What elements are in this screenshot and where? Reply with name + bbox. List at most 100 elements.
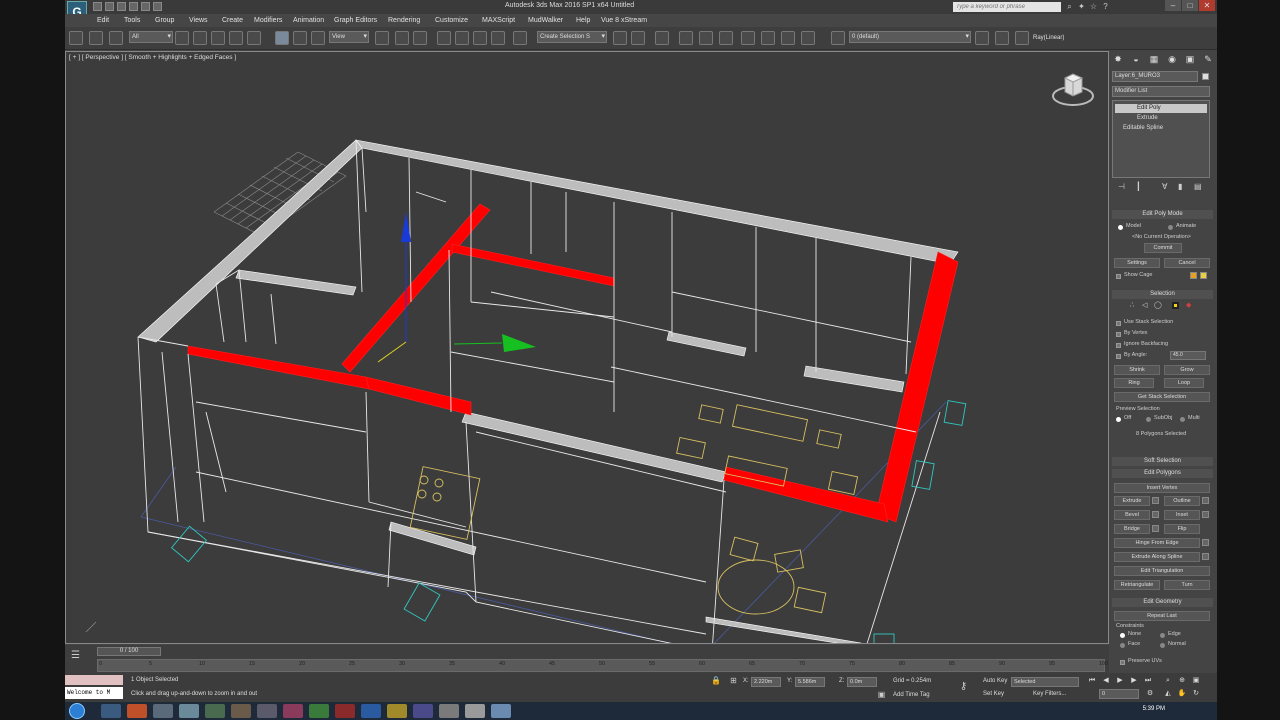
- selection-rollout[interactable]: Selection: [1112, 290, 1213, 299]
- hinge-from-edge-button[interactable]: Hinge From Edge: [1114, 538, 1200, 548]
- menu-vue-xstream[interactable]: Vue 8 xStream: [601, 17, 647, 24]
- stack-item-editable-spline[interactable]: Editable Spline: [1115, 124, 1207, 133]
- workspace-label[interactable]: Ray(Linear): [1033, 35, 1064, 41]
- taskbar-app-3dsmax[interactable]: [179, 704, 199, 718]
- animate-radio[interactable]: [1168, 225, 1173, 230]
- schematic-view-icon[interactable]: [719, 31, 733, 45]
- remove-modifier-icon[interactable]: ▮: [1178, 182, 1182, 191]
- utilities-tab-icon[interactable]: ✎: [1202, 53, 1214, 65]
- add-to-layer-icon[interactable]: [995, 31, 1009, 45]
- rect-selection-icon[interactable]: [211, 31, 225, 45]
- menu-edit[interactable]: Edit: [97, 17, 109, 24]
- show-cage-checkbox[interactable]: [1116, 274, 1121, 279]
- edit-poly-mode-rollout[interactable]: Edit Poly Mode: [1112, 210, 1213, 219]
- model-radio[interactable]: [1118, 225, 1123, 230]
- menu-graph-editors[interactable]: Graph Editors: [334, 17, 377, 24]
- pivot-center-icon[interactable]: [375, 31, 389, 45]
- select-by-name-icon[interactable]: [193, 31, 207, 45]
- play-icon[interactable]: ▶: [1115, 676, 1125, 685]
- taskbar-app-browser[interactable]: [491, 704, 511, 718]
- repeat-last-button[interactable]: Repeat Last: [1114, 611, 1210, 621]
- next-frame-icon[interactable]: ▶: [1129, 676, 1139, 685]
- edge-mode-icon[interactable]: ◁: [1142, 301, 1147, 309]
- insert-vertex-button[interactable]: Insert Vertex: [1114, 483, 1210, 493]
- select-rotate-icon[interactable]: [293, 31, 307, 45]
- layers-icon[interactable]: [831, 31, 845, 45]
- taskbar-app-media[interactable]: [205, 704, 225, 718]
- vertex-mode-icon[interactable]: ∴: [1130, 301, 1134, 309]
- element-mode-icon[interactable]: ◆: [1186, 301, 1191, 309]
- menu-help[interactable]: Help: [576, 17, 590, 24]
- open-file-icon[interactable]: [105, 2, 114, 11]
- menu-mudwalker[interactable]: MudWalker: [528, 17, 563, 24]
- layer-dropdown[interactable]: 0 (default): [849, 31, 971, 43]
- start-button[interactable]: [69, 703, 85, 719]
- unlink-icon[interactable]: [89, 31, 103, 45]
- soft-selection-rollout[interactable]: Soft Selection: [1112, 457, 1213, 466]
- use-stack-selection-checkbox[interactable]: [1116, 321, 1121, 326]
- object-color-swatch[interactable]: [1202, 73, 1209, 80]
- maxscript-listener-mini[interactable]: [65, 675, 123, 685]
- select-move-icon[interactable]: [275, 31, 289, 45]
- cage-color-swatch[interactable]: [1190, 272, 1197, 279]
- rendered-frame-icon[interactable]: [781, 31, 795, 45]
- make-unique-icon[interactable]: ∀: [1162, 182, 1167, 191]
- menu-rendering[interactable]: Rendering: [388, 17, 420, 24]
- y-coordinate-field[interactable]: 5.586m: [795, 677, 825, 687]
- outline-settings-icon[interactable]: [1202, 497, 1209, 504]
- select-object-icon[interactable]: [175, 31, 189, 45]
- border-mode-icon[interactable]: ◯: [1154, 301, 1162, 309]
- taskbar-app-vue[interactable]: [413, 704, 433, 718]
- pan-view-icon[interactable]: ✋: [1177, 689, 1187, 698]
- taskbar-app-settings[interactable]: [257, 704, 277, 718]
- constraint-none-radio[interactable]: [1120, 633, 1125, 638]
- modify-tab-icon[interactable]: ◒: [1130, 53, 1142, 65]
- graphite-toggle-icon[interactable]: [679, 31, 693, 45]
- perspective-viewport[interactable]: [ + ] [ Perspective ] [ Smooth + Highlig…: [65, 51, 1109, 644]
- ring-button[interactable]: Ring: [1114, 378, 1154, 388]
- taskbar-app-word[interactable]: [361, 704, 381, 718]
- outline-button[interactable]: Outline: [1164, 496, 1200, 506]
- by-angle-checkbox[interactable]: [1116, 354, 1121, 359]
- zoom-extents-icon[interactable]: ▣: [1191, 676, 1201, 685]
- new-scene-icon[interactable]: [93, 2, 102, 11]
- taskbar-app-acrobat[interactable]: [335, 704, 355, 718]
- stack-item-extrude[interactable]: Extrude: [1115, 114, 1207, 123]
- keyboard-shortcut-icon[interactable]: [413, 31, 427, 45]
- maxscript-input[interactable]: Welcome to M: [65, 687, 123, 699]
- time-tag-icon[interactable]: ▣: [877, 690, 886, 699]
- minimize-button[interactable]: –: [1165, 0, 1181, 11]
- hierarchy-tab-icon[interactable]: ▦: [1148, 53, 1160, 65]
- stack-item-edit-poly[interactable]: Edit Poly: [1115, 104, 1207, 113]
- new-layer-icon[interactable]: [975, 31, 989, 45]
- taskbar-app-recorder[interactable]: [439, 704, 459, 718]
- extrude-along-spline-button[interactable]: Extrude Along Spline: [1114, 552, 1200, 562]
- taskbar-app-folder[interactable]: [153, 704, 173, 718]
- orbit-icon[interactable]: ↻: [1191, 689, 1201, 698]
- motion-tab-icon[interactable]: ◉: [1166, 53, 1178, 65]
- layer-explorer-icon[interactable]: [655, 31, 669, 45]
- display-tab-icon[interactable]: ▣: [1184, 53, 1196, 65]
- search-input[interactable]: [953, 2, 1061, 12]
- constraint-normal-radio[interactable]: [1160, 643, 1165, 648]
- maximize-button[interactable]: □: [1182, 0, 1198, 11]
- menu-customize[interactable]: Customize: [435, 17, 468, 24]
- undo-icon[interactable]: [129, 2, 138, 11]
- snaps-toggle-icon[interactable]: [437, 31, 451, 45]
- pin-stack-icon[interactable]: ⊣: [1118, 182, 1125, 191]
- bind-space-warp-icon[interactable]: [109, 31, 123, 45]
- key-filters-button[interactable]: Key Filters...: [1033, 691, 1066, 697]
- favorites-icon[interactable]: ☆: [1089, 2, 1098, 11]
- z-coordinate-field[interactable]: 0.0m: [847, 677, 877, 687]
- lock-selection-icon[interactable]: 🔒: [711, 676, 721, 685]
- retriangulate-button[interactable]: Retriangulate: [1114, 580, 1160, 590]
- taskbar-app-illustrator[interactable]: [387, 704, 407, 718]
- by-vertex-checkbox[interactable]: [1116, 332, 1121, 337]
- edit-named-selection-icon[interactable]: [513, 31, 527, 45]
- loop-button[interactable]: Loop: [1164, 378, 1204, 388]
- flip-button[interactable]: Flip: [1164, 524, 1200, 534]
- named-selection-dropdown[interactable]: Create Selection S: [537, 31, 607, 43]
- create-tab-icon[interactable]: ✸: [1112, 53, 1124, 65]
- menu-animation[interactable]: Animation: [293, 17, 324, 24]
- grow-button[interactable]: Grow: [1164, 365, 1210, 375]
